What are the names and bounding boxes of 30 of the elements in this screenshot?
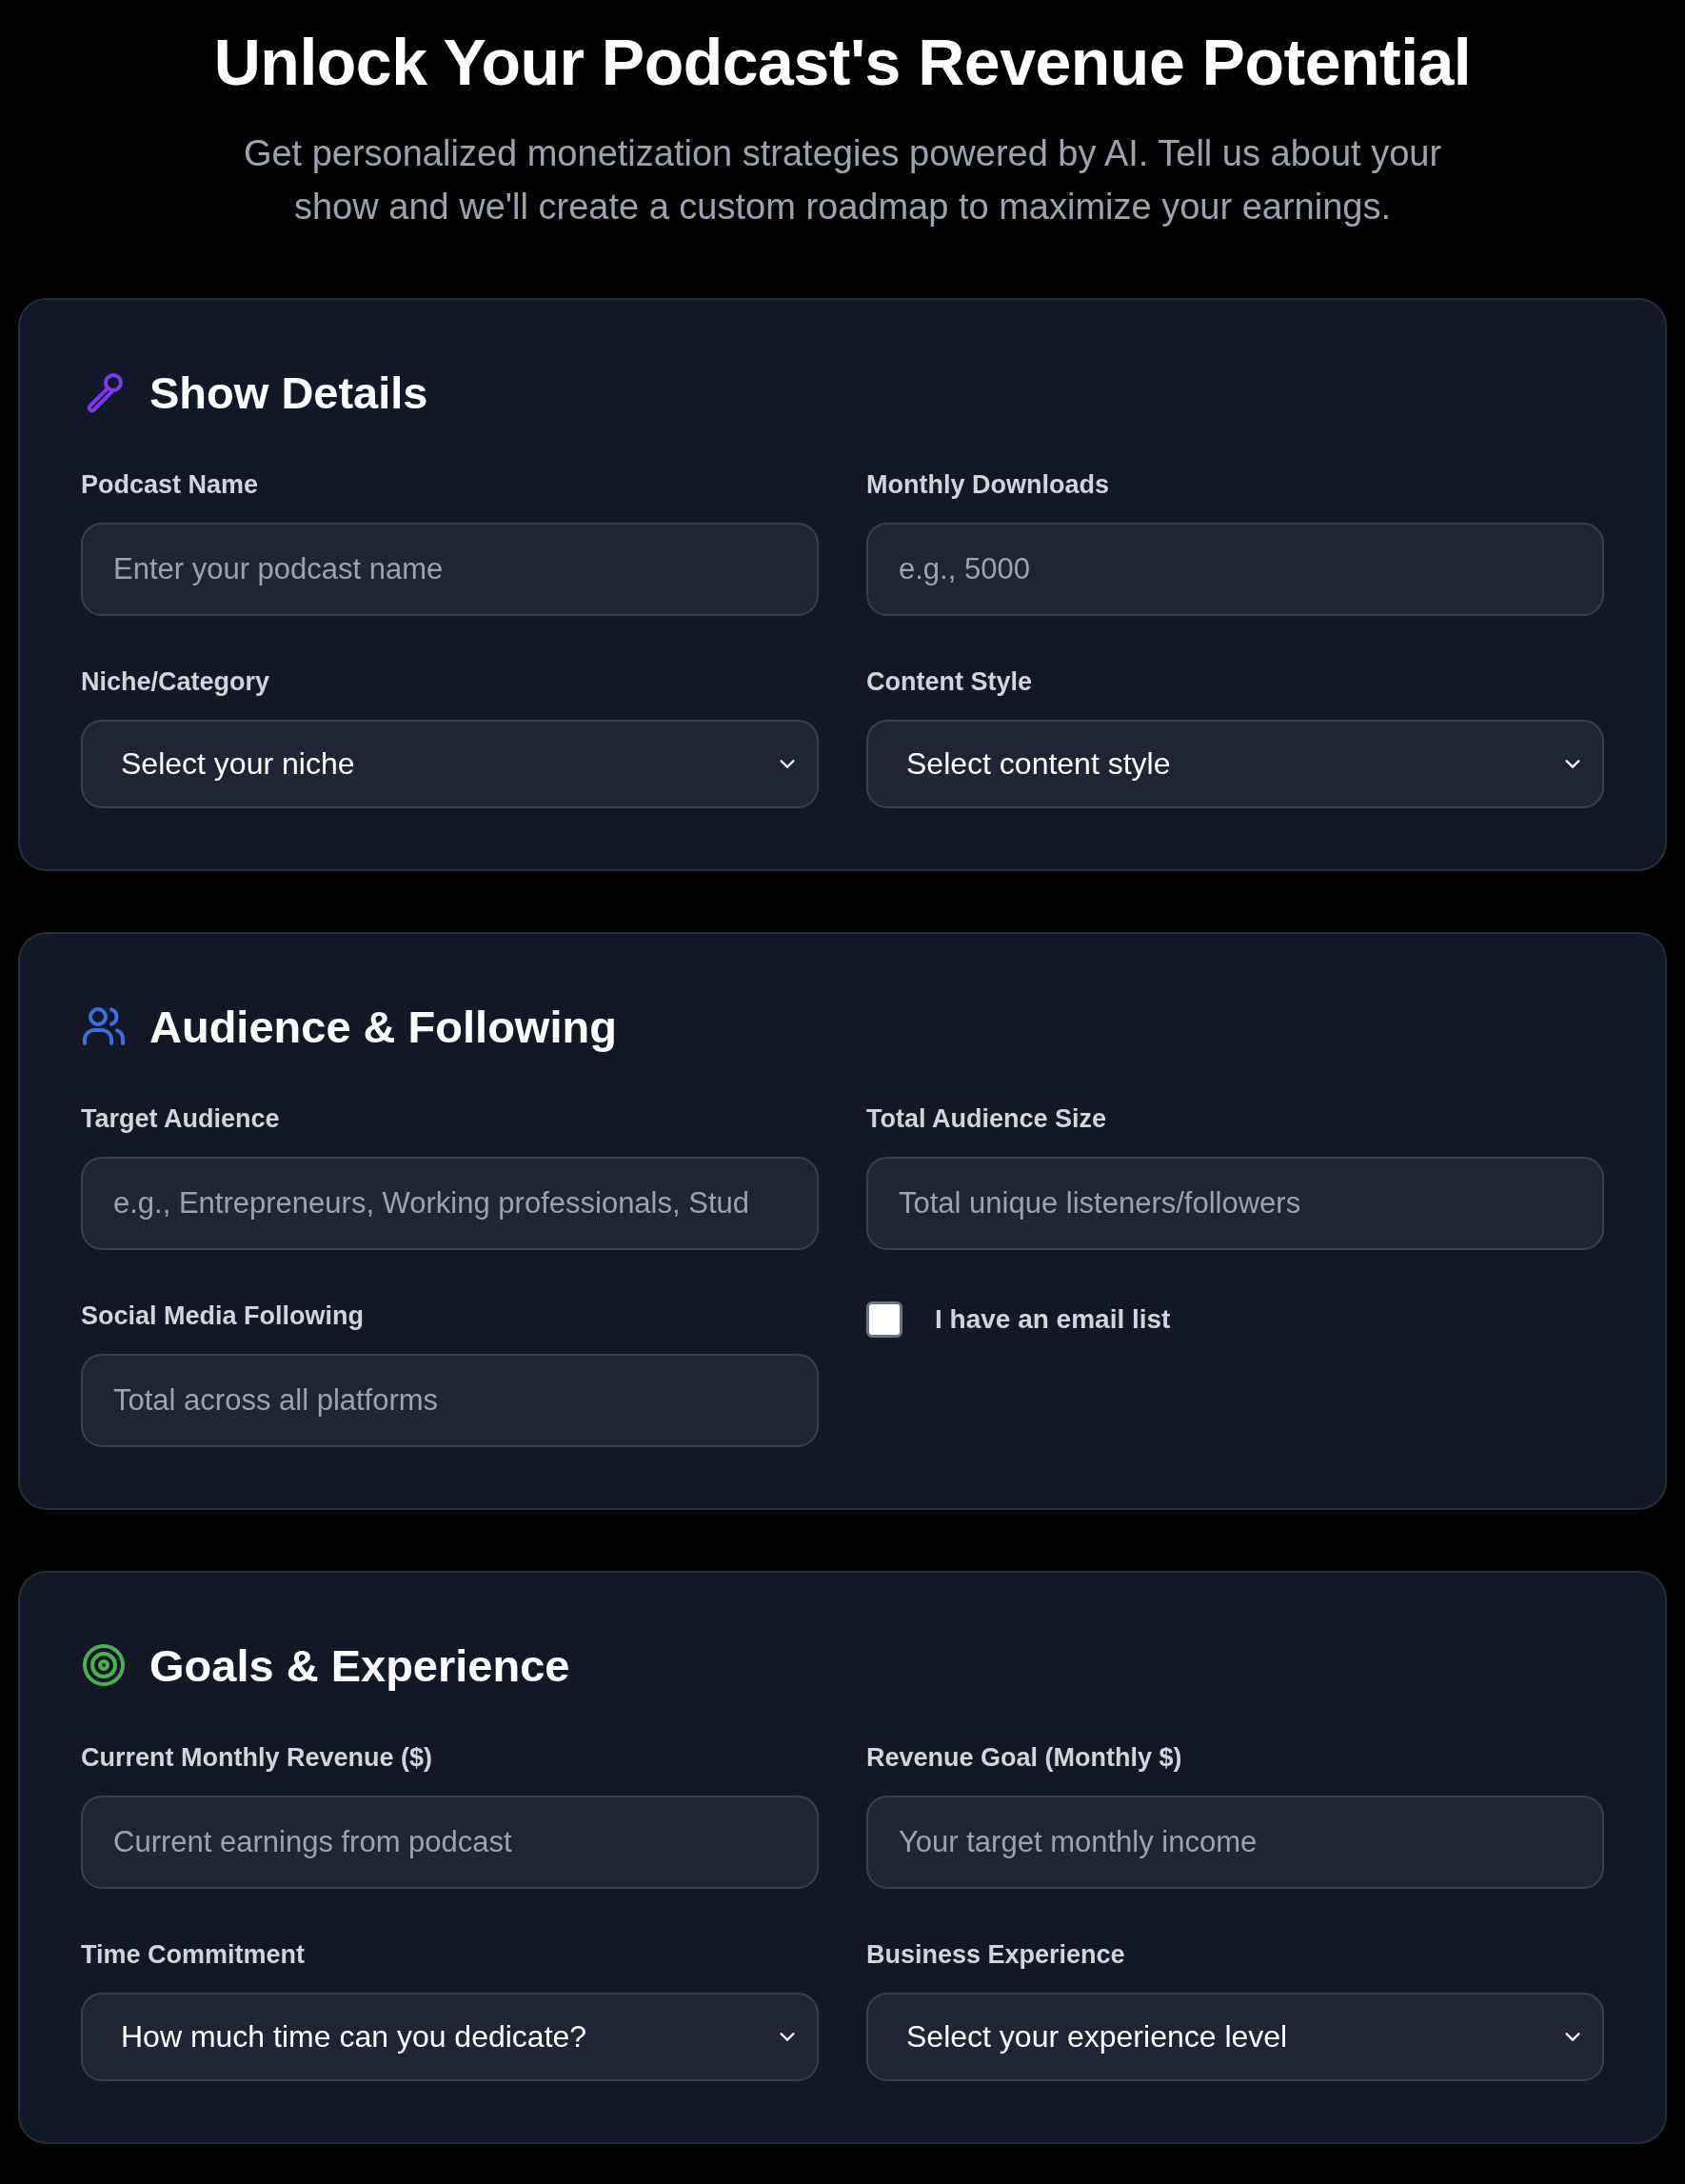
input-field[interactable]: Enter your podcast name: [81, 522, 819, 616]
checkbox[interactable]: [866, 1300, 902, 1338]
field-label: Total Audience Size: [866, 1103, 1108, 1134]
input-field[interactable]: e.g., Entrepreneurs, Working professionals, Stud: [81, 1156, 819, 1250]
select-dropdown[interactable]: Select your niche: [81, 719, 819, 808]
section-title: Show Details: [149, 366, 428, 419]
field-label: Monthly Downloads: [866, 469, 1110, 500]
select-dropdown[interactable]: How much time can you dedicate?: [81, 1992, 819, 2081]
target-icon: [81, 1642, 127, 1689]
section-title: Goals & Experience: [149, 1638, 570, 1692]
input-field[interactable]: Total across all platforms: [81, 1353, 819, 1447]
field-label: Current Monthly Revenue ($): [81, 1742, 434, 1773]
field-label: Time Commitment: [81, 1939, 307, 1970]
input-field[interactable]: Your target monthly income: [866, 1795, 1604, 1889]
page-title: Unlock Your Podcast's Revenue Potential: [212, 27, 1473, 98]
checkbox-label: I have an email list: [935, 1303, 1171, 1335]
input-field[interactable]: e.g., 5000: [866, 522, 1604, 616]
field-label: Niche/Category: [81, 666, 271, 697]
field-label: Business Experience: [866, 1939, 1126, 1970]
field-label: Content Style: [866, 666, 1033, 697]
field-label: Revenue Goal (Monthly $): [866, 1742, 1183, 1773]
section-title: Audience & Following: [149, 1000, 617, 1053]
field-label: Social Media Following: [81, 1300, 366, 1331]
select-dropdown[interactable]: Select your experience level: [866, 1992, 1604, 2081]
input-field[interactable]: Total unique listeners/followers: [866, 1156, 1604, 1250]
select-dropdown[interactable]: Select content style: [866, 719, 1604, 808]
page-subtitle: Get personalized monetization strategies powered by AI. Tell us about your show and we'll create a custom roadmap to maximize your earnings.: [242, 131, 1443, 228]
field-label: Podcast Name: [81, 469, 260, 500]
input-field[interactable]: Current earnings from podcast: [81, 1795, 819, 1889]
field-label: Target Audience: [81, 1103, 281, 1134]
